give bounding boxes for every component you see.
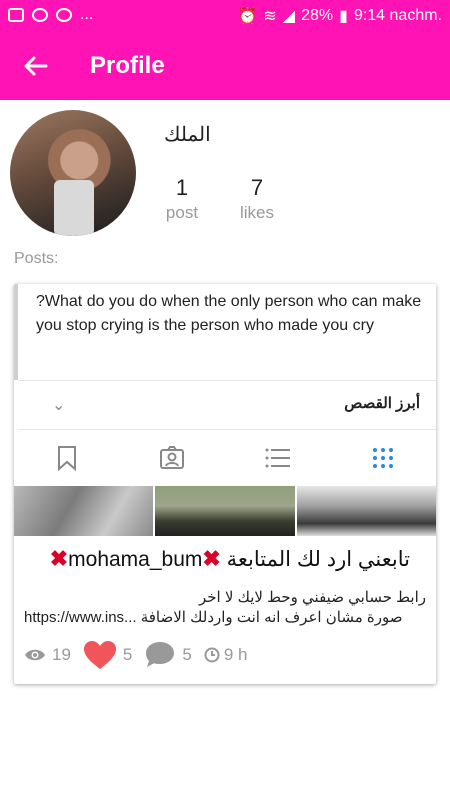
clock: 9:14 nachm. — [353, 7, 442, 24]
tab-list[interactable] — [225, 430, 331, 486]
bookmark-icon — [57, 446, 76, 471]
likes-count[interactable]: 5 — [83, 640, 132, 670]
planet-notification-icon-2 — [56, 8, 72, 22]
app-bar: Profile — [0, 32, 450, 100]
post-title-username: mohama_bum — [68, 548, 203, 571]
signal-icon: ◢ — [282, 8, 296, 25]
page-title: Profile — [90, 52, 165, 79]
post-photo[interactable] — [296, 486, 436, 536]
tab-grid[interactable] — [331, 430, 437, 486]
stat-likes: 7 likes — [217, 175, 297, 223]
wifi-icon: ≋ — [263, 8, 277, 25]
stat-posts-label: post — [165, 203, 199, 222]
stat-likes-label: likes — [239, 203, 274, 222]
stat-likes-value: 7 — [250, 175, 264, 200]
cross-mark-icon: ✖ — [49, 546, 69, 571]
post-body-line: https://www.ins... صورة مشان اعرف انه ان… — [24, 608, 426, 628]
more-notifications: ... — [80, 6, 94, 23]
content-tabs — [14, 430, 436, 486]
planet-notification-icon — [32, 8, 48, 22]
clock-icon — [204, 647, 220, 663]
post-photo[interactable] — [155, 486, 295, 536]
tab-tagged[interactable] — [120, 430, 226, 486]
tab-saved[interactable] — [14, 430, 120, 486]
posts-section-label: Posts: — [14, 250, 59, 267]
views-value: 19 — [52, 645, 71, 664]
profile-card: ?What do you do when the only person who… — [14, 284, 436, 684]
stat-posts: 1 post — [142, 175, 222, 223]
image-notification-icon — [8, 8, 24, 22]
avatar-photo-detail — [54, 180, 94, 236]
views-count: 19 — [24, 645, 71, 665]
post-age: 9 h — [204, 645, 248, 665]
cross-mark-icon: ✖ — [202, 546, 221, 571]
back-arrow-icon[interactable] — [22, 52, 50, 80]
post-link[interactable]: https://www.ins... — [24, 609, 137, 626]
post-title: تابعني ارد لك المتابعة ✖mohama_bum✖ — [14, 546, 436, 576]
avatar[interactable] — [10, 110, 136, 236]
comments-value: 5 — [182, 645, 192, 664]
comments-count[interactable]: 5 — [144, 640, 192, 670]
post-photo-strip[interactable] — [14, 486, 436, 536]
grid-icon — [373, 448, 394, 468]
comment-icon[interactable] — [144, 640, 176, 670]
story-highlights-label: أبرز القصص — [344, 395, 420, 412]
profile-name: الملك — [164, 124, 211, 146]
battery-icon: ▮ — [339, 8, 348, 25]
chevron-down-icon[interactable]: ⌄ — [52, 395, 65, 415]
post-body-line: رابط حسابي ضيفني وحط لايك لا اخر — [198, 589, 426, 606]
post-meta: 19 5 5 9 h — [24, 638, 260, 672]
battery-level: 28% — [301, 7, 334, 24]
post-body: رابط حسابي ضيفني وحط لايك لا اخر https:/… — [24, 588, 426, 628]
stat-posts-value: 1 — [175, 175, 189, 200]
likes-value: 5 — [122, 645, 133, 664]
post-photo[interactable] — [14, 486, 154, 536]
post-body-arabic: صورة مشان اعرف انه انت واردلك الاضافة — [140, 609, 403, 626]
post-title-arabic: تابعني ارد لك المتابعة — [226, 548, 410, 571]
alarm-icon: ⏰ — [237, 8, 258, 25]
tagged-person-icon — [160, 446, 185, 469]
list-icon — [265, 448, 290, 468]
eye-icon — [25, 649, 45, 661]
status-bar: ... ⏰ ≋ ◢ 28% ▮ 9:14 nachm. — [0, 0, 450, 32]
bio-text: ?What do you do when the only person who… — [14, 284, 436, 380]
bio-content: ?What do you do when the only person who… — [36, 293, 422, 334]
heart-icon[interactable] — [83, 640, 117, 670]
post-age-value: 9 h — [223, 645, 248, 664]
story-highlights-row[interactable]: ⌄ أبرز القصص — [18, 381, 436, 429]
